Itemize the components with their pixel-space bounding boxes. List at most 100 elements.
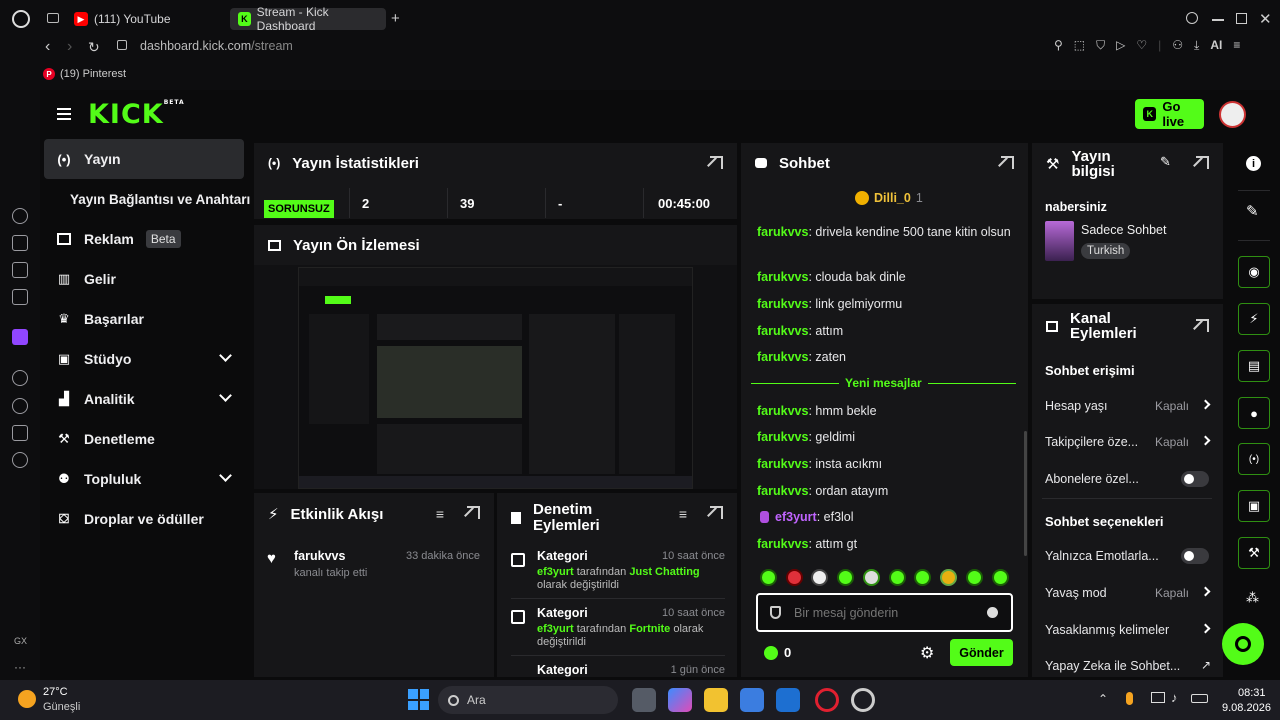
pin-icon[interactable]: ⚲ (1054, 38, 1063, 53)
gx-label[interactable]: GX (14, 636, 27, 646)
emote-icon[interactable] (914, 569, 931, 586)
chat-bubble-icon[interactable]: ● (1238, 397, 1270, 429)
chat-scrollbar[interactable] (1024, 431, 1027, 556)
weather-temp[interactable]: 27°C (43, 686, 68, 698)
category-thumbnail[interactable] (1045, 221, 1074, 261)
clock-time[interactable]: 08:31 (1238, 687, 1266, 699)
download-icon[interactable]: ⤓ (1194, 38, 1199, 53)
windows-start-icon[interactable] (408, 689, 429, 710)
history-icon[interactable] (12, 398, 28, 414)
reload-icon[interactable]: ↻ (88, 39, 100, 56)
menu-icon[interactable]: ≡ (1233, 38, 1240, 53)
emote-icon[interactable] (811, 569, 828, 586)
snapshot-icon[interactable]: ⬚ (1074, 38, 1085, 53)
sidebar-item-denetleme[interactable]: ⚒ Denetleme (44, 419, 244, 459)
chat-username[interactable]: ef3yurt (775, 510, 817, 524)
mod-game[interactable]: Fortnite (629, 623, 670, 635)
mod-user[interactable]: ef3yurt (537, 566, 574, 578)
chevron-down-icon[interactable] (219, 389, 232, 402)
player-icon[interactable] (12, 370, 28, 386)
chat-username[interactable]: farukvvs (757, 484, 808, 498)
chat-username[interactable]: farukvvs (757, 537, 808, 551)
opera-logo-icon[interactable] (12, 10, 30, 28)
volume-icon[interactable]: ♪ (1171, 690, 1178, 705)
microphone-icon[interactable] (1126, 692, 1133, 705)
emote-icon[interactable] (786, 569, 803, 586)
support-icon[interactable] (1222, 623, 1264, 665)
chat-username[interactable]: farukvvs (757, 225, 808, 239)
broadcast-icon[interactable]: (•) (1238, 443, 1270, 475)
settings-icon[interactable] (12, 452, 28, 468)
shield-icon[interactable]: ⛉ (1096, 38, 1105, 53)
chat-input-box[interactable] (756, 593, 1013, 632)
bookmark-pinterest[interactable]: P (19) Pinterest (43, 68, 126, 80)
camera-icon[interactable]: ◉ (1238, 256, 1270, 288)
outlook-icon[interactable] (776, 688, 800, 712)
setting-followers-only[interactable]: Takipçilere öze... Kapalı (1045, 432, 1213, 452)
avatar[interactable] (1219, 101, 1246, 128)
sidebar-item-studyo[interactable]: ▣ Stüdyo (44, 339, 244, 379)
chevron-down-icon[interactable] (219, 349, 232, 362)
stream-preview-video[interactable] (298, 267, 693, 489)
close-icon[interactable]: ✕ (1259, 10, 1272, 28)
mod-user[interactable]: ef3yurt (537, 623, 574, 635)
send-button[interactable]: Gönder (950, 639, 1013, 666)
popout-icon[interactable] (710, 506, 723, 519)
emote-icon[interactable] (837, 569, 854, 586)
back-icon[interactable]: ‹ (45, 38, 50, 56)
twitch-icon[interactable] (12, 329, 28, 345)
chat-username[interactable]: farukvvs (757, 457, 808, 471)
setting-ai-chat[interactable]: Yapay Zeka ile Sohbet... ↗ (1045, 656, 1213, 676)
mod-game[interactable]: Just Chatting (629, 566, 699, 578)
emote-icon[interactable] (863, 569, 880, 586)
tray-chevron-icon[interactable]: ⌃ (1098, 692, 1108, 706)
kick-logo[interactable]: KICKBETA (88, 99, 185, 130)
heart-icon[interactable]: ♡ (1136, 38, 1147, 53)
activity-user[interactable]: farukvvs (294, 549, 345, 563)
chat-username[interactable]: farukvvs (757, 324, 808, 338)
tab-youtube[interactable]: ▶ (111) YouTube (66, 8, 226, 30)
restore-icon[interactable] (1236, 13, 1247, 24)
setting-account-age[interactable]: Hesap yaşı Kapalı (1045, 396, 1213, 416)
chat-username[interactable]: farukvvs (757, 430, 808, 444)
popout-icon[interactable] (710, 156, 723, 169)
setting-slow-mode[interactable]: Yavaş mod Kapalı (1045, 583, 1213, 603)
emote-icon[interactable] (940, 569, 957, 586)
toggle-switch[interactable] (1181, 548, 1209, 564)
sidebar-item-basarilar[interactable]: ♛ Başarılar (44, 299, 244, 339)
file-explorer-icon[interactable] (704, 688, 728, 712)
store-icon[interactable] (740, 688, 764, 712)
new-tab-button[interactable]: + (391, 10, 400, 27)
dots-icon[interactable]: ⁂ (1246, 590, 1259, 606)
tab-kick-dashboard[interactable]: K Stream - Kick Dashboard (230, 5, 386, 33)
search-icon[interactable] (1186, 12, 1198, 24)
pencil-icon[interactable]: ✎ (1246, 202, 1259, 220)
task-view-icon[interactable] (632, 688, 656, 712)
info-icon[interactable]: i (1246, 156, 1261, 171)
emote-icon[interactable] (760, 569, 777, 586)
speed-dial-icon[interactable] (12, 208, 28, 224)
go-live-button[interactable]: K Go live (1135, 99, 1204, 129)
chat-username[interactable]: farukvvs (757, 270, 808, 284)
popout-icon[interactable] (467, 506, 480, 519)
sidebar-item-analitik[interactable]: ▟ Analitik (44, 379, 244, 419)
popout-icon[interactable] (1196, 319, 1209, 332)
popout-icon[interactable] (1196, 156, 1209, 169)
copilot-icon[interactable] (668, 688, 692, 712)
popout-icon[interactable] (1001, 156, 1014, 169)
emote-icon[interactable] (992, 569, 1009, 586)
m-app-icon[interactable] (12, 289, 28, 305)
filter-icon[interactable]: ≡ (436, 506, 444, 522)
puzzle-icon[interactable] (12, 425, 28, 441)
emoji-icon[interactable] (987, 607, 998, 618)
taskbar-search[interactable]: Ara (438, 686, 618, 714)
hamburger-menu-icon[interactable] (57, 108, 71, 120)
chat-settings-icon[interactable]: ⚙ (920, 643, 934, 663)
battery-icon[interactable] (1191, 694, 1208, 703)
sidebar-item-stream-key[interactable]: Yayın Bağlantısı ve Anahtarı (44, 179, 252, 219)
notes-icon[interactable]: ▤ (1238, 350, 1270, 382)
profile-icon[interactable]: ⚇ (1172, 38, 1183, 53)
opera-gx-icon[interactable] (851, 688, 875, 712)
chat-username[interactable]: farukvvs (757, 404, 808, 418)
sidebar-item-yayin[interactable]: (•) Yayın (44, 139, 244, 179)
